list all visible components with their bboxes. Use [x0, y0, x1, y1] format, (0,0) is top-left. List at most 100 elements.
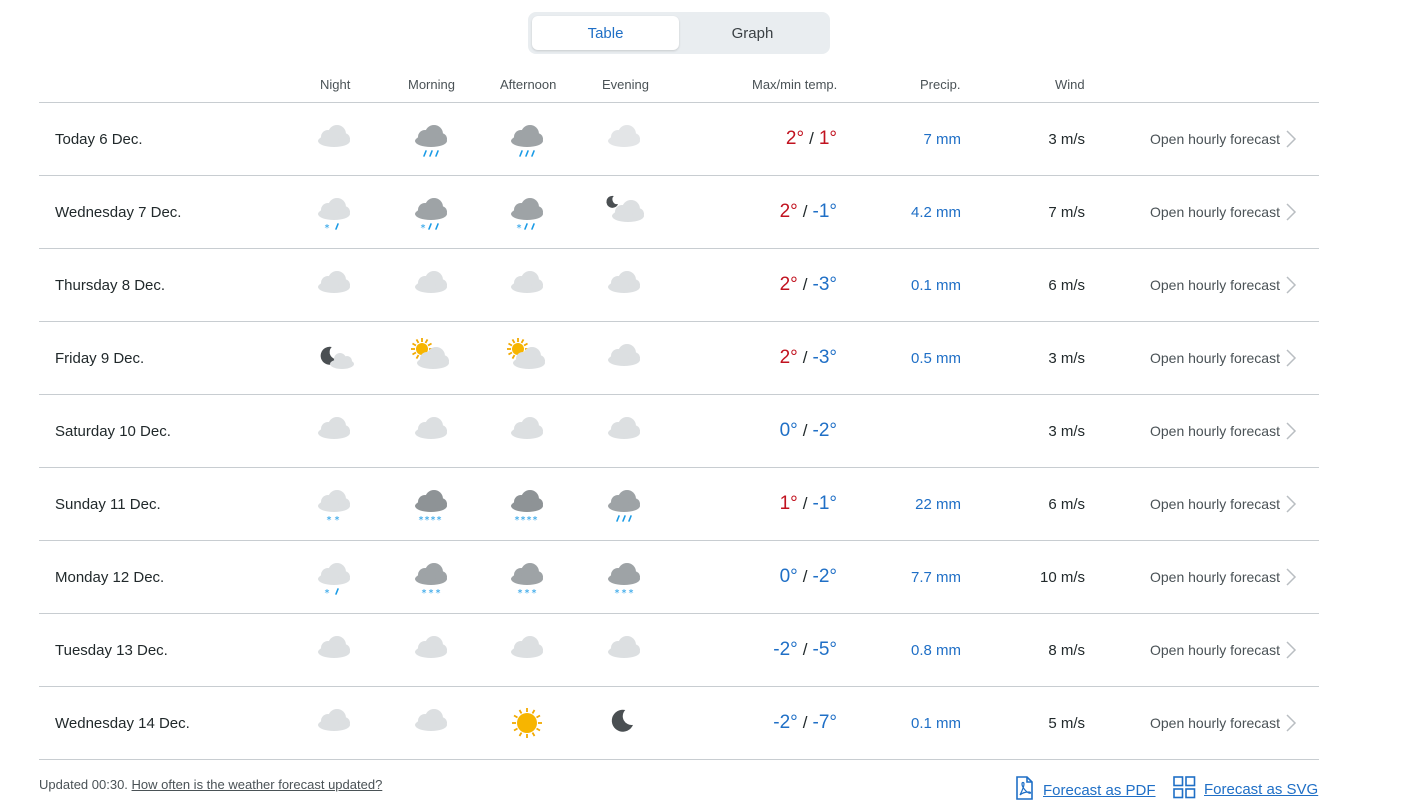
forecast-row[interactable]: Thursday 8 Dec. 2° / -3° 0.1 mm 6 m/s Op… [39, 249, 1319, 322]
chevron-right-icon[interactable] [1285, 614, 1297, 686]
open-hourly-forecast-link[interactable]: Open hourly forecast [1150, 468, 1280, 540]
temp-separator: / [802, 275, 808, 294]
svg-text:*: * [422, 588, 427, 599]
chevron-right-icon[interactable] [1285, 541, 1297, 613]
chevron-right-icon[interactable] [1285, 468, 1297, 540]
chevron-right-icon[interactable] [1285, 103, 1297, 175]
wind-speed: 5 m/s [1048, 714, 1085, 732]
max-temp: 2° [785, 128, 805, 149]
header-precip: Precip. [920, 77, 961, 92]
chevron-right-icon[interactable] [1285, 249, 1297, 321]
temperature: 2° / 1° [786, 103, 837, 175]
cloud-icon [409, 263, 453, 307]
min-temp: -3° [812, 347, 838, 368]
max-temp: -2° [773, 712, 798, 733]
wind-speed: 6 m/s [1048, 276, 1085, 294]
chevron-right-icon[interactable] [1285, 322, 1297, 394]
svg-text:*: * [327, 515, 332, 526]
forecast-row[interactable]: Saturday 10 Dec. 0° / -2° 3 m/s Open hou… [39, 395, 1319, 468]
cloud-icon [312, 117, 356, 161]
forecast-row[interactable]: Tuesday 13 Dec. -2° / -5° 0.8 mm 8 m/s O… [39, 614, 1319, 687]
cloud-icon [409, 701, 453, 745]
open-hourly-forecast-link[interactable]: Open hourly forecast [1150, 322, 1280, 394]
chevron-right-icon[interactable] [1285, 176, 1297, 248]
chevron-right-icon[interactable] [1285, 687, 1297, 759]
svg-text:*: * [429, 588, 434, 599]
moon-cloud-icon [312, 336, 356, 380]
rain-cloud-icon [602, 482, 646, 526]
open-hourly-forecast-link[interactable]: Open hourly forecast [1150, 103, 1280, 175]
open-hourly-forecast-link[interactable]: Open hourly forecast [1150, 176, 1280, 248]
sleet-cloud-icon: * [505, 190, 549, 234]
svg-text:*: * [533, 515, 538, 526]
svg-text:*: * [437, 515, 442, 526]
forecast-row[interactable]: Friday 9 Dec. 2° / -3° 0.5 mm 3 m/s Open… [39, 322, 1319, 395]
open-hourly-forecast-link[interactable]: Open hourly forecast [1150, 541, 1280, 613]
cloud-icon [409, 409, 453, 453]
day-label: Sunday 11 Dec. [55, 495, 161, 513]
max-temp: 0° [779, 566, 798, 587]
temperature: 0° / -2° [780, 395, 837, 467]
forecast-row[interactable]: Wednesday 7 Dec. * * * 2° / -1° 4.2 mm 7 m/… [39, 176, 1319, 249]
cloud-icon [602, 263, 646, 307]
forecast-row[interactable]: Today 6 Dec. 2° / 1° 7 mm 3 m/s Open hou… [39, 103, 1319, 176]
moon-cloud-icon [602, 190, 646, 234]
open-hourly-forecast-link[interactable]: Open hourly forecast [1150, 395, 1280, 467]
wind-speed: 8 m/s [1048, 641, 1085, 659]
grid-icon [1173, 776, 1196, 803]
open-hourly-forecast-link[interactable]: Open hourly forecast [1150, 614, 1280, 686]
cloud-icon [312, 701, 356, 745]
rain-cloud-icon [505, 117, 549, 161]
precipitation: 0.1 mm [910, 714, 961, 732]
rain-cloud-icon [409, 117, 453, 161]
precipitation: 7 mm [923, 130, 962, 148]
moon-icon [602, 701, 646, 745]
snow-cloud-icon: * * [312, 482, 356, 526]
table-header: Night Morning Afternoon Evening Max/min … [39, 64, 1319, 103]
open-hourly-forecast-link[interactable]: Open hourly forecast [1150, 249, 1280, 321]
wind-speed: 7 m/s [1048, 203, 1085, 221]
tab-graph[interactable]: Graph [679, 16, 826, 50]
updated-text: Updated 00:30. [39, 777, 128, 792]
svg-forecast-link[interactable]: Forecast as SVG [1173, 776, 1318, 803]
update-frequency-link[interactable]: How often is the weather forecast update… [132, 777, 383, 792]
snow-cloud-icon: * * * [409, 555, 453, 599]
precipitation: 7.7 mm [910, 568, 961, 586]
day-label: Wednesday 7 Dec. [55, 203, 182, 221]
chevron-right-icon[interactable] [1285, 395, 1297, 467]
snow-cloud-icon: * * * * [505, 482, 549, 526]
forecast-row[interactable]: Sunday 11 Dec. * * * * * * * * * * 1° / -1° 22 mm … [39, 468, 1319, 541]
svg-text:*: * [629, 588, 634, 599]
max-temp: 0° [779, 420, 798, 441]
wind-speed: 6 m/s [1048, 495, 1085, 513]
max-temp: 2° [779, 347, 798, 368]
temp-separator: / [802, 202, 808, 221]
pdf-forecast-link[interactable]: Forecast as PDF [1013, 776, 1156, 803]
pdf-file-icon [1013, 776, 1035, 803]
tab-table[interactable]: Table [532, 16, 679, 50]
min-temp: -2° [812, 420, 838, 441]
forecast-row[interactable]: Wednesday 14 Dec. -2° / -7° 0.1 mm 5 m/s… [39, 687, 1319, 760]
min-temp: -3° [812, 274, 838, 295]
day-label: Thursday 8 Dec. [55, 276, 166, 294]
open-hourly-forecast-link[interactable]: Open hourly forecast [1150, 687, 1280, 759]
cloud-icon [505, 409, 549, 453]
header-afternoon: Afternoon [500, 77, 557, 92]
sun-cloud-icon [505, 336, 549, 380]
min-temp: -7° [812, 712, 838, 733]
temperature: 2° / -3° [780, 322, 837, 394]
svg-text:*: * [431, 515, 436, 526]
forecast-row[interactable]: Monday 12 Dec. * * * * * * * * * * 0° / -2° 7.7 mm… [39, 541, 1319, 614]
svg-text:*: * [527, 515, 532, 526]
cloud-icon [602, 117, 646, 161]
max-temp: 2° [779, 201, 798, 222]
snow-cloud-icon: * * * * [409, 482, 453, 526]
temperature: 2° / -1° [780, 176, 837, 248]
sleet-cloud-icon: * [312, 190, 356, 234]
header-evening: Evening [602, 77, 649, 92]
table-body: Today 6 Dec. 2° / 1° 7 mm 3 m/s Open hou… [39, 103, 1319, 760]
wind-speed: 3 m/s [1048, 130, 1085, 148]
day-label: Friday 9 Dec. [55, 349, 145, 367]
header-morning: Morning [408, 77, 455, 92]
temp-separator: / [802, 640, 808, 659]
